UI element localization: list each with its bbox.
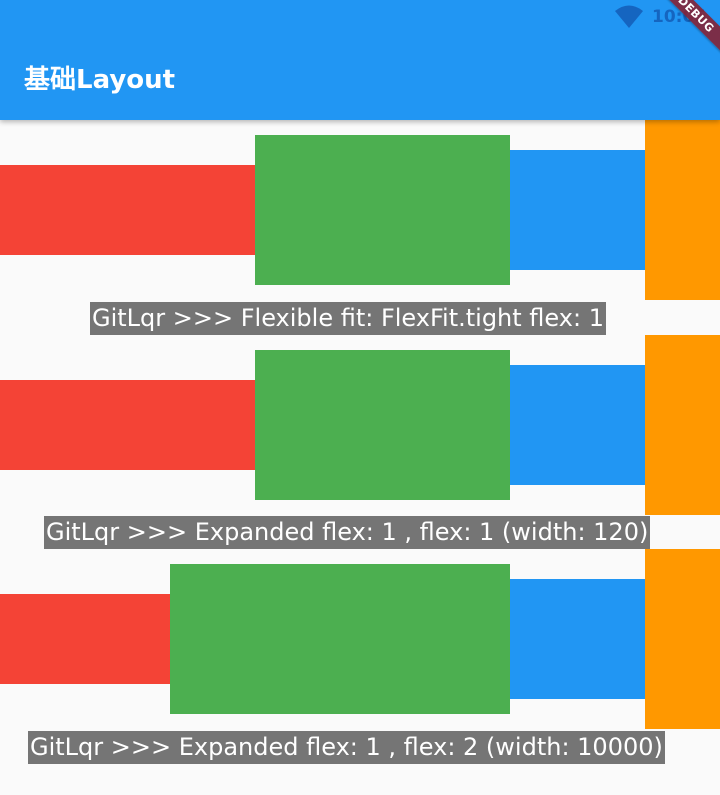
orange-box xyxy=(645,120,720,300)
orange-box xyxy=(645,549,720,729)
orange-box xyxy=(645,335,720,515)
green-box xyxy=(255,135,510,285)
blue-box xyxy=(510,365,645,485)
blue-box xyxy=(510,579,645,699)
blue-box xyxy=(510,150,645,270)
wifi-icon xyxy=(615,5,643,28)
red-box xyxy=(0,594,170,684)
app-bar: 10:05 基础Layout xyxy=(0,0,720,120)
row-caption: GitLqr >>> Expanded flex: 1 , flex: 2 (w… xyxy=(28,731,665,764)
green-box xyxy=(255,350,510,500)
green-box xyxy=(170,564,510,714)
row-caption: GitLqr >>> Expanded flex: 1 , flex: 1 (w… xyxy=(44,516,651,549)
red-box xyxy=(0,165,255,255)
row-caption: GitLqr >>> Flexible fit: FlexFit.tight f… xyxy=(90,302,606,335)
app-title: 基础Layout xyxy=(24,65,176,95)
red-box xyxy=(0,380,255,470)
